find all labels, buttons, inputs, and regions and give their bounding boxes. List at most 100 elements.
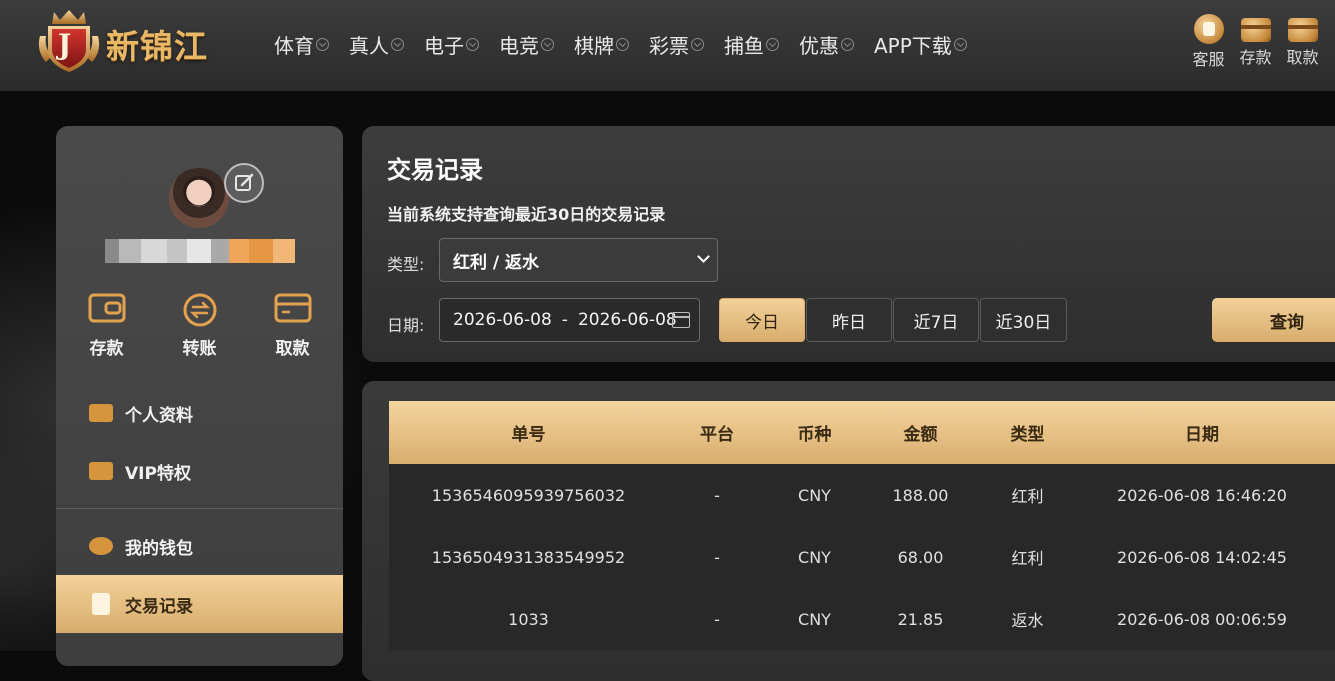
withdraw-button[interactable]: 取款 <box>1279 14 1326 70</box>
nav-item-fishing[interactable]: 捕鱼 <box>724 30 779 59</box>
last-7-days-button[interactable]: 近7日 <box>893 298 979 342</box>
nav-item-lottery[interactable]: 彩票 <box>649 30 704 59</box>
cell-currency: CNY <box>766 486 863 505</box>
date-range-input[interactable]: 2026-06-08 - 2026-06-08 <box>439 298 700 342</box>
edit-icon <box>226 165 262 201</box>
cell-order-id: 1536546095939756032 <box>389 486 668 505</box>
document-icon <box>92 593 110 615</box>
column-header: 金额 <box>863 420 978 445</box>
id-card-icon <box>89 404 113 422</box>
nav-label: 优惠 <box>799 30 839 59</box>
menu-item-wallet[interactable]: 我的钱包 <box>56 517 343 575</box>
menu-item-transactions[interactable]: 交易记录 <box>56 575 343 633</box>
nav-item-cards[interactable]: 棋牌 <box>574 30 629 59</box>
menu-item-label: 个人资料 <box>125 401 193 426</box>
nav-label: 棋牌 <box>574 30 614 59</box>
nav-label: 体育 <box>274 30 314 59</box>
nav-label: 电子 <box>424 30 464 59</box>
nav-label: 真人 <box>349 30 389 59</box>
type-select[interactable]: 红利 / 返水 <box>439 238 718 282</box>
menu-item-profile[interactable]: 个人资料 <box>56 384 343 442</box>
deposit-card-icon <box>1241 18 1271 42</box>
nav-item-slots[interactable]: 电子 <box>424 30 479 59</box>
main-nav: 体育 真人 电子 电竞 棋牌 彩票 捕鱼 优惠 APP下载 <box>274 30 987 59</box>
table-row[interactable]: 1536546095939756032 - CNY 188.00 红利 2026… <box>389 464 1335 526</box>
column-header: 单号 <box>389 420 668 445</box>
brand-logo[interactable]: J 新锦江 <box>34 6 239 74</box>
quick-date-buttons: 今日 昨日 近7日 近30日 <box>719 298 1068 342</box>
cell-type: 返水 <box>978 607 1077 631</box>
nav-item-live[interactable]: 真人 <box>349 30 404 59</box>
quick-deposit-button[interactable]: 存款 <box>62 292 152 359</box>
query-note: 当前系统支持查询最近30日的交易记录 <box>387 201 665 225</box>
query-button[interactable]: 查询 <box>1212 298 1335 342</box>
avatar[interactable] <box>169 168 229 228</box>
chevron-down-icon <box>697 250 710 263</box>
cell-platform: - <box>668 486 766 505</box>
date-separator: - <box>562 310 568 330</box>
wallet-quick-actions: 存款 转账 取款 <box>56 292 343 359</box>
chevron-down-icon <box>466 38 479 51</box>
table-row[interactable]: 1536504931383549952 - CNY 68.00 红利 2026-… <box>389 526 1335 588</box>
transfer-button[interactable]: 转 <box>1326 14 1335 70</box>
chevron-down-icon <box>391 38 404 51</box>
type-select-value: 红利 / 返水 <box>453 248 539 273</box>
cell-amount: 188.00 <box>863 486 978 505</box>
chevron-down-icon <box>954 38 967 51</box>
deposit-button[interactable]: 存款 <box>1232 14 1279 70</box>
calendar-icon <box>672 312 690 328</box>
type-label: 类型: <box>387 251 424 275</box>
nav-label: 电竞 <box>499 30 539 59</box>
table-row[interactable]: 1033 - CNY 21.85 返水 2026-06-08 00:06:59 <box>389 588 1335 650</box>
menu-item-vip[interactable]: VIP特权 <box>56 442 343 500</box>
today-button[interactable]: 今日 <box>719 298 805 342</box>
edit-avatar-button[interactable] <box>224 163 264 203</box>
menu-item-label: VIP特权 <box>125 459 191 484</box>
quick-withdraw-button[interactable]: 取款 <box>248 292 338 359</box>
chevron-down-icon <box>766 38 779 51</box>
action-label: 取款 <box>1279 44 1326 68</box>
nav-item-sports[interactable]: 体育 <box>274 30 329 59</box>
action-label: 客服 <box>1185 46 1232 70</box>
card-icon <box>274 292 312 324</box>
chevron-down-icon <box>691 38 704 51</box>
quick-action-label: 转账 <box>155 334 245 359</box>
cell-date: 2026-06-08 16:46:20 <box>1077 486 1327 505</box>
nav-item-app-download[interactable]: APP下载 <box>874 30 967 59</box>
quick-action-label: 取款 <box>248 334 338 359</box>
nav-item-esports[interactable]: 电竞 <box>499 30 554 59</box>
cell-type: 红利 <box>978 483 1077 507</box>
menu-divider <box>56 508 343 509</box>
vip-card-icon <box>89 462 113 480</box>
withdraw-card-icon <box>1288 18 1318 42</box>
cell-platform: - <box>668 610 766 629</box>
date-to: 2026-06-08 <box>578 310 677 330</box>
brand-name: 新锦江 <box>106 20 208 68</box>
nav-label: APP下载 <box>874 30 952 59</box>
quick-transfer-button[interactable]: 转账 <box>155 292 245 359</box>
cell-amount: 21.85 <box>863 610 978 629</box>
cell-order-id: 1033 <box>389 610 668 629</box>
table-header: 单号 平台 币种 金额 类型 日期 <box>389 401 1335 464</box>
cell-currency: CNY <box>766 610 863 629</box>
account-sidebar: 存款 转账 取款 个人资料 VIP特权 我的钱包 <box>56 126 343 666</box>
chevron-down-icon <box>616 38 629 51</box>
menu-item-label: 交易记录 <box>125 592 193 617</box>
date-label: 日期: <box>387 312 424 336</box>
quick-action-label: 存款 <box>62 334 152 359</box>
transaction-filter-panel: 交易记录 当前系统支持查询最近30日的交易记录 类型: 红利 / 返水 日期: … <box>362 126 1335 362</box>
table-body: 1536546095939756032 - CNY 188.00 红利 2026… <box>389 464 1335 650</box>
header-actions: 客服 存款 取款 转 <box>1185 14 1335 70</box>
column-header: 类型 <box>978 420 1077 445</box>
nav-label: 彩票 <box>649 30 689 59</box>
cell-amount: 68.00 <box>863 548 978 567</box>
chevron-down-icon <box>541 38 554 51</box>
yesterday-button[interactable]: 昨日 <box>806 298 892 342</box>
last-30-days-button[interactable]: 近30日 <box>980 298 1067 342</box>
nav-item-promotions[interactable]: 优惠 <box>799 30 854 59</box>
transaction-table: 单号 平台 币种 金额 类型 日期 1536546095939756032 - … <box>389 401 1335 650</box>
cell-date: 2026-06-08 00:06:59 <box>1077 610 1327 629</box>
column-header: 币种 <box>766 420 863 445</box>
cell-platform: - <box>668 548 766 567</box>
customer-service-button[interactable]: 客服 <box>1185 14 1232 70</box>
